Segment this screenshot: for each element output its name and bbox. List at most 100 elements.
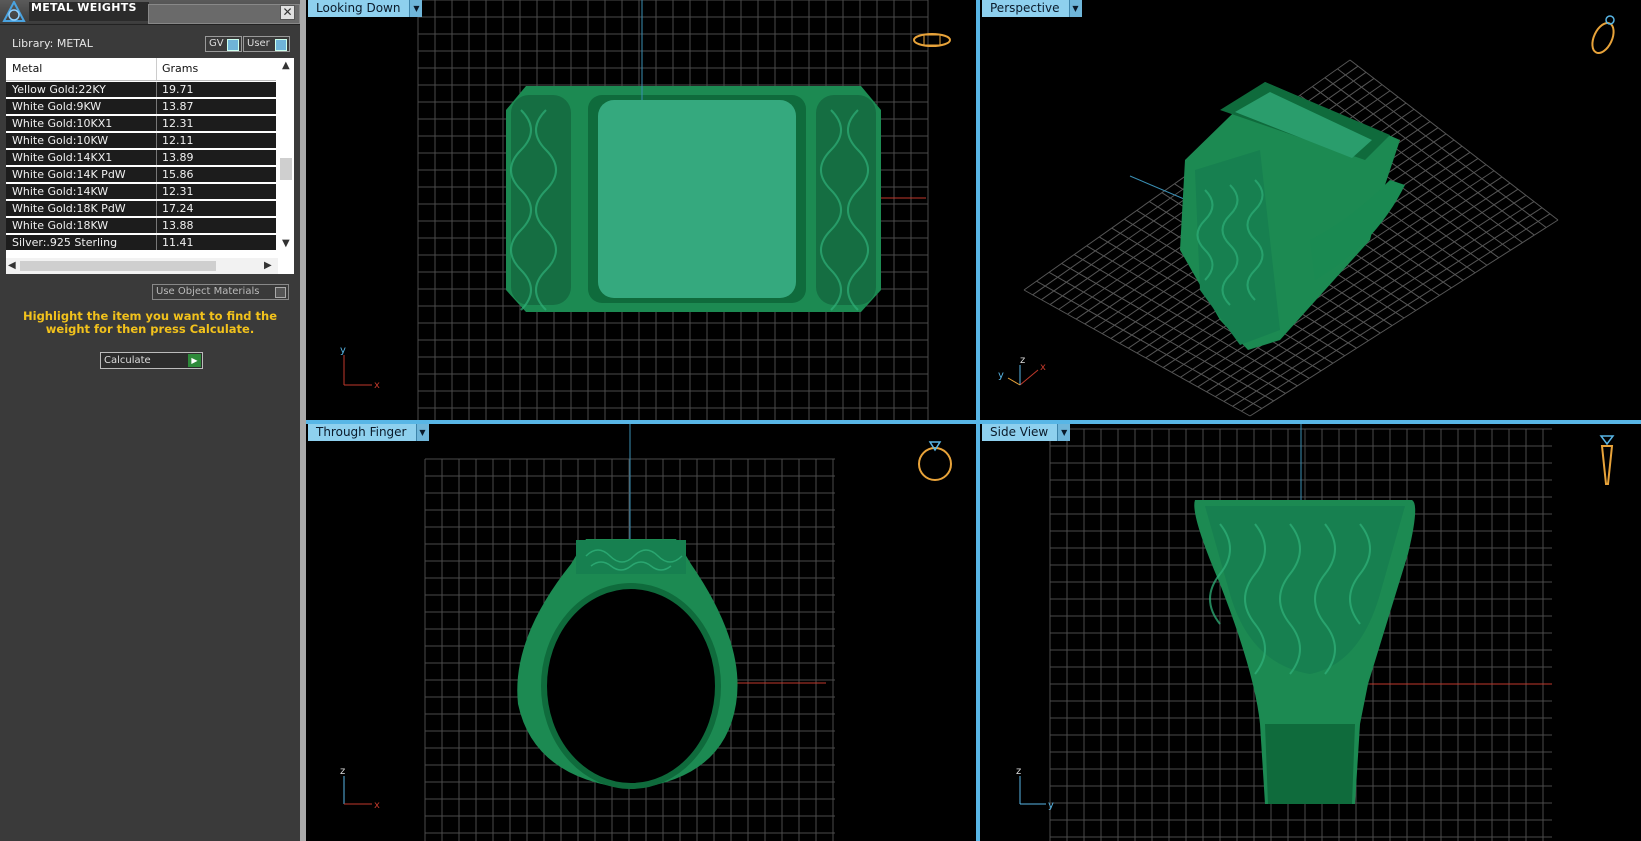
user-toggle[interactable]: User	[243, 36, 290, 52]
scroll-up-icon[interactable]: ▲	[282, 60, 290, 71]
grams-cell: 12.31	[162, 117, 194, 130]
use-object-materials-toggle[interactable]: Use Object Materials	[152, 284, 289, 300]
metal-name-cell: White Gold:18KW	[12, 219, 109, 232]
axis-x-label: x	[374, 800, 380, 811]
axis-z-label: z	[1016, 766, 1021, 777]
table-row[interactable]: White Gold:14K PdW 15.86	[6, 167, 276, 182]
chevron-down-icon[interactable]: ▼	[409, 0, 423, 17]
ring-side-icon[interactable]	[1599, 435, 1615, 485]
grams-cell: 13.89	[162, 151, 194, 164]
viewport-through-finger[interactable]: z x Through Finger ▼	[306, 424, 976, 841]
axis-indicator: z x	[340, 766, 380, 811]
metal-name-cell: Silver:.925 Sterling	[12, 236, 118, 249]
scroll-down-icon[interactable]: ▼	[282, 238, 290, 249]
cell-divider	[156, 82, 157, 97]
viewport-label-text: Looking Down	[316, 1, 401, 15]
viewport-canvas[interactable]: y x	[306, 0, 976, 420]
user-toggle-label: User	[247, 38, 270, 49]
metal-name-cell: Yellow Gold:22KY	[12, 83, 106, 96]
metal-name-cell: White Gold:18K PdW	[12, 202, 126, 215]
table-row[interactable]: White Gold:14KX1 13.89	[6, 150, 276, 165]
axis-x-label: x	[374, 380, 380, 391]
viewport-perspective[interactable]: y z x Perspective ▼	[980, 0, 1641, 420]
ring-perspective-icon[interactable]	[1588, 15, 1618, 56]
ring-model-side[interactable]	[1194, 500, 1416, 804]
viewport-canvas[interactable]: z y	[980, 424, 1641, 841]
grams-cell: 13.88	[162, 219, 194, 232]
table-row[interactable]: White Gold:18KW 13.88	[6, 218, 276, 233]
table-row[interactable]: Yellow Gold:22KY 19.71	[6, 82, 276, 97]
table-body: Yellow Gold:22KY 19.71 White Gold:9KW 13.87…	[6, 82, 276, 252]
axis-z-label: z	[340, 766, 345, 777]
metal-table[interactable]: Metal Grams Yellow Gold:22KY 19.71 White G…	[6, 58, 294, 274]
table-row[interactable]: White Gold:10KX1 12.31	[6, 116, 276, 131]
vertical-scrollbar[interactable]: ▲ ▼	[278, 58, 294, 254]
scroll-right-icon[interactable]: ▶	[264, 260, 272, 271]
library-label: Library: METAL	[12, 37, 93, 50]
grams-cell: 13.87	[162, 100, 194, 113]
column-header-grams[interactable]: Grams	[162, 62, 198, 75]
viewport-label-perspective[interactable]: Perspective ▼	[982, 0, 1082, 17]
panel-title: METAL WEIGHTS	[29, 2, 149, 21]
table-row[interactable]: White Gold:18K PdW 17.24	[6, 201, 276, 216]
horizontal-scroll-thumb[interactable]	[20, 261, 216, 271]
horizontal-scrollbar[interactable]: ◀ ▶	[6, 258, 278, 274]
axis-y-label: y	[1048, 800, 1054, 811]
chevron-down-icon[interactable]: ▼	[415, 424, 429, 441]
cell-divider	[156, 167, 157, 182]
play-arrow-icon: ▶	[188, 354, 201, 367]
close-icon[interactable]: ✕	[280, 5, 295, 20]
gv-toggle[interactable]: GV	[205, 36, 242, 52]
axis-x-label: x	[1040, 362, 1046, 373]
metal-name-cell: White Gold:14KX1	[12, 151, 113, 164]
ring-front-icon[interactable]	[918, 441, 952, 481]
ring-model-top[interactable]	[506, 86, 881, 312]
grams-cell: 17.24	[162, 202, 194, 215]
viewport-looking-down[interactable]: y x Looking Down ▼	[306, 0, 976, 420]
checkbox-icon	[275, 287, 286, 298]
calculate-button[interactable]: Calculate ▶	[100, 352, 203, 369]
column-divider	[156, 58, 157, 80]
grams-cell: 12.31	[162, 185, 194, 198]
column-header-metal[interactable]: Metal	[12, 62, 42, 75]
grams-cell: 19.71	[162, 83, 194, 96]
axis-y-label: y	[340, 345, 346, 356]
metal-name-cell: White Gold:14KW	[12, 185, 109, 198]
table-row[interactable]: White Gold:10KW 12.11	[6, 133, 276, 148]
titlebar-fill	[148, 4, 300, 24]
viewport-label-side-view[interactable]: Side View ▼	[982, 424, 1071, 441]
metal-weights-panel: METAL WEIGHTS ✕ Library: METAL GV User M…	[0, 0, 300, 841]
axis-indicator: z y	[1016, 766, 1054, 811]
axis-z-label: z	[1020, 355, 1025, 366]
table-row[interactable]: White Gold:9KW 13.87	[6, 99, 276, 114]
ring-model-perspective[interactable]	[1180, 82, 1405, 350]
cell-divider	[156, 184, 157, 199]
grams-cell: 15.86	[162, 168, 194, 181]
chevron-down-icon[interactable]: ▼	[1057, 424, 1071, 441]
chevron-down-icon[interactable]: ▼	[1068, 0, 1082, 17]
ring-model-front[interactable]	[517, 539, 738, 789]
viewport-label-through-finger[interactable]: Through Finger ▼	[308, 424, 429, 441]
table-row[interactable]: White Gold:14KW 12.31	[6, 184, 276, 199]
ring-top-icon[interactable]	[913, 33, 951, 47]
viewport-label-looking-down[interactable]: Looking Down ▼	[308, 0, 423, 17]
toggle-switch-icon	[275, 39, 287, 51]
metal-name-cell: White Gold:14K PdW	[12, 168, 126, 181]
viewport-side-view[interactable]: z y Side View ▼	[980, 424, 1641, 841]
axis-y-label: y	[998, 370, 1004, 381]
table-row[interactable]: Silver:.925 Sterling 11.41	[6, 235, 276, 250]
metal-name-cell: White Gold:10KX1	[12, 117, 113, 130]
axis-indicator: y x	[340, 345, 380, 391]
scroll-left-icon[interactable]: ◀	[8, 260, 16, 271]
instruction-text: Highlight the item you want to find the …	[23, 309, 277, 336]
vertical-scroll-thumb[interactable]	[280, 158, 292, 180]
viewport-label-text: Through Finger	[316, 425, 407, 439]
panel-titlebar: METAL WEIGHTS ✕	[0, 0, 300, 25]
metal-name-cell: White Gold:10KW	[12, 134, 109, 147]
viewport-canvas[interactable]: y z x	[980, 0, 1641, 420]
viewport-canvas[interactable]: z x	[306, 424, 976, 841]
cell-divider	[156, 99, 157, 114]
grams-cell: 12.11	[162, 134, 194, 147]
viewport-label-text: Side View	[990, 425, 1049, 439]
table-header: Metal Grams	[6, 58, 276, 81]
